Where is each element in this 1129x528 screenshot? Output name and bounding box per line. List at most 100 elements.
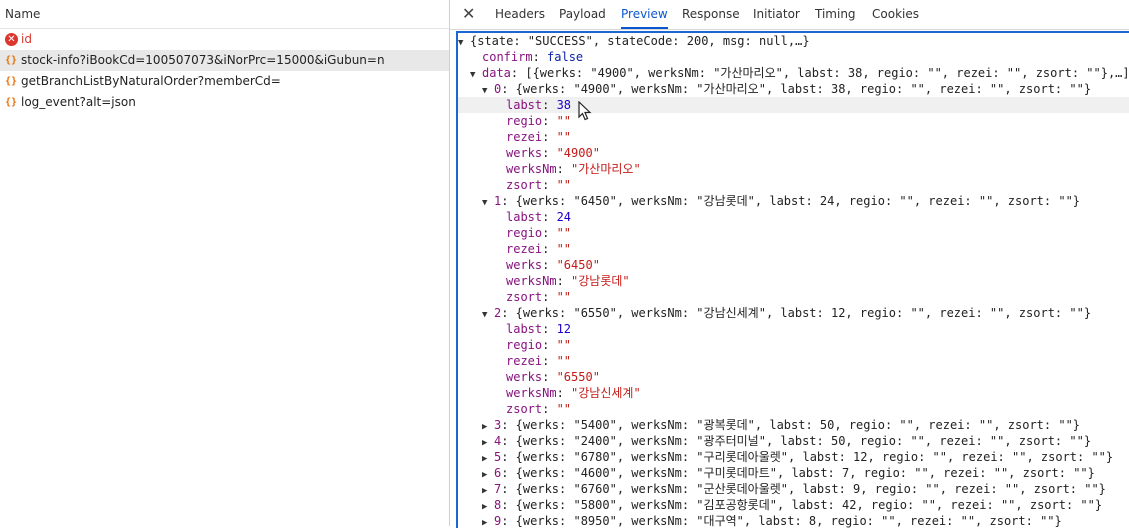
colon: : — [510, 66, 526, 80]
json-line[interactable]: labst: 12 — [458, 321, 1129, 337]
json-value: "" — [556, 130, 572, 144]
json-line[interactable]: regio: "" — [458, 225, 1129, 241]
json-line[interactable]: labst: 24 — [458, 209, 1129, 225]
json-line[interactable]: zsort: "" — [458, 289, 1129, 305]
tab-initiator[interactable]: Initiator — [753, 0, 800, 29]
colon: : — [542, 258, 557, 272]
json-item-line[interactable]: ▶ 7: {werks: "6760", werksNm: "군산롯데아울렛", … — [458, 481, 1129, 497]
json-value: "" — [556, 354, 572, 368]
json-value: "강남신세계" — [571, 386, 641, 400]
json-key: regio — [506, 114, 543, 128]
json-item-line[interactable]: ▶ 8: {werks: "5800", werksNm: "김포공항롯데", l… — [458, 497, 1129, 513]
json-line[interactable]: werks: "6450" — [458, 257, 1129, 273]
request-row[interactable]: ✕ id — [0, 29, 449, 50]
mouse-cursor-icon — [578, 101, 592, 121]
item-summary: : {werks: "4900", werksNm: "가산마리오", labs… — [501, 82, 1092, 96]
json-line[interactable]: rezei: "" — [458, 241, 1129, 257]
item-summary: : {werks: "6760", werksNm: "군산롯데아울렛", la… — [501, 482, 1106, 496]
json-item-line[interactable]: ▶ 6: {werks: "4600", werksNm: "구미롯데마트", l… — [458, 465, 1129, 481]
tab-response[interactable]: Response — [682, 0, 740, 29]
colon: : — [542, 338, 557, 352]
json-key: zsort — [506, 402, 543, 416]
json-line[interactable]: rezei: "" — [458, 353, 1129, 369]
json-item-line[interactable]: ▼ 1: {werks: "6450", werksNm: "강남롯데", lab… — [458, 193, 1129, 209]
json-value: 24 — [556, 210, 572, 224]
json-item-line[interactable]: ▶ 3: {werks: "5400", werksNm: "광복롯데", lab… — [458, 417, 1129, 433]
item-summary: : {werks: "2400", werksNm: "광주터미널", labs… — [501, 434, 1092, 448]
colon: : — [542, 370, 557, 384]
request-name: id — [21, 32, 32, 46]
json-value: "4900" — [556, 146, 600, 160]
json-line[interactable]: zsort: "" — [458, 177, 1129, 193]
request-name: getBranchListByNaturalOrder?memberCd= — [21, 74, 281, 88]
item-summary: : {werks: "5800", werksNm: "김포공항롯데", lab… — [501, 498, 1103, 512]
json-key: werks — [506, 146, 543, 160]
json-line[interactable]: labst: 38 — [458, 97, 1129, 113]
tab-payload[interactable]: Payload — [559, 0, 606, 29]
json-key: labst — [506, 210, 543, 224]
item-summary: : {werks: "6780", werksNm: "구리롯데아울렛", la… — [501, 450, 1114, 464]
json-item-line[interactable]: ▼ 2: {werks: "6550", werksNm: "강남신세계", la… — [458, 305, 1129, 321]
expand-triangle-icon[interactable]: ▶ — [482, 515, 494, 528]
colon: : — [542, 98, 557, 112]
json-key: confirm — [482, 50, 533, 64]
item-summary: : {werks: "5400", werksNm: "광복롯데", labst… — [501, 418, 1081, 432]
json-line[interactable]: ▼ data: [{werks: "4900", werksNm: "가산마리오"… — [458, 65, 1129, 81]
json-value: "" — [556, 402, 572, 416]
json-item-line[interactable]: ▼ 0: {werks: "4900", werksNm: "가산마리오", la… — [458, 81, 1129, 97]
json-value: "" — [556, 114, 572, 128]
json-line[interactable]: werks: "6550" — [458, 369, 1129, 385]
json-line[interactable]: regio: "" — [458, 113, 1129, 129]
request-row[interactable]: {} stock-info?iBookCd=100507073&iNorPrc=1… — [0, 50, 449, 71]
details-tab-bar: ✕ Headers Payload Preview Response Initiator… — [450, 0, 1129, 30]
colon: : — [542, 354, 557, 368]
json-key: labst — [506, 98, 543, 112]
tab-headers[interactable]: Headers — [495, 0, 545, 29]
colon: : — [542, 290, 557, 304]
json-line[interactable]: werksNm: "강남롯데" — [458, 273, 1129, 289]
request-row[interactable]: {} log_event?alt=json — [0, 92, 449, 113]
colon: : — [542, 322, 557, 336]
json-icon: {} — [5, 76, 18, 87]
error-icon: ✕ — [5, 33, 18, 46]
tab-timing[interactable]: Timing — [815, 0, 856, 29]
root-summary: {state: "SUCCESS", stateCode: 200, msg: … — [470, 34, 810, 48]
json-key: werksNm — [506, 162, 557, 176]
json-value: "" — [556, 226, 572, 240]
json-value: 12 — [556, 322, 572, 336]
json-key: werks — [506, 258, 543, 272]
json-key: zsort — [506, 178, 543, 192]
json-key: regio — [506, 226, 543, 240]
colon: : — [542, 130, 557, 144]
json-key: rezei — [506, 354, 543, 368]
json-line[interactable]: confirm: false — [458, 49, 1129, 65]
json-key: regio — [506, 338, 543, 352]
tab-cookies[interactable]: Cookies — [872, 0, 919, 29]
json-key: zsort — [506, 290, 543, 304]
json-line[interactable]: regio: "" — [458, 337, 1129, 353]
json-line[interactable]: werksNm: "가산마리오" — [458, 161, 1129, 177]
colon: : — [542, 146, 557, 160]
json-line-root[interactable]: ▼ {state: "SUCCESS", stateCode: 200, msg:… — [458, 33, 1129, 49]
colon: : — [542, 402, 557, 416]
json-value: "6550" — [556, 370, 600, 384]
name-column-header[interactable]: Name — [0, 0, 449, 29]
request-details-panel: ✕ Headers Payload Preview Response Initiator… — [450, 0, 1129, 528]
json-preview-tree: ▼ {state: "SUCCESS", stateCode: 200, msg:… — [456, 31, 1129, 528]
request-row[interactable]: {} getBranchListByNaturalOrder?memberCd= — [0, 71, 449, 92]
json-line[interactable]: zsort: "" — [458, 401, 1129, 417]
json-line[interactable]: werksNm: "강남신세계" — [458, 385, 1129, 401]
json-key: werks — [506, 370, 543, 384]
json-value: "" — [556, 178, 572, 192]
tab-preview[interactable]: Preview — [621, 0, 668, 29]
json-item-line[interactable]: ▶ 5: {werks: "6780", werksNm: "구리롯데아울렛", … — [458, 449, 1129, 465]
json-line[interactable]: werks: "4900" — [458, 145, 1129, 161]
json-icon: {} — [5, 97, 18, 108]
item-summary: : {werks: "6450", werksNm: "강남롯데", labst… — [501, 194, 1081, 208]
close-icon[interactable]: ✕ — [462, 4, 475, 24]
json-item-line[interactable]: ▶ 4: {werks: "2400", werksNm: "광주터미널", la… — [458, 433, 1129, 449]
json-line[interactable]: rezei: "" — [458, 129, 1129, 145]
json-key: rezei — [506, 242, 543, 256]
colon: : — [556, 274, 572, 288]
colon: : — [542, 210, 557, 224]
